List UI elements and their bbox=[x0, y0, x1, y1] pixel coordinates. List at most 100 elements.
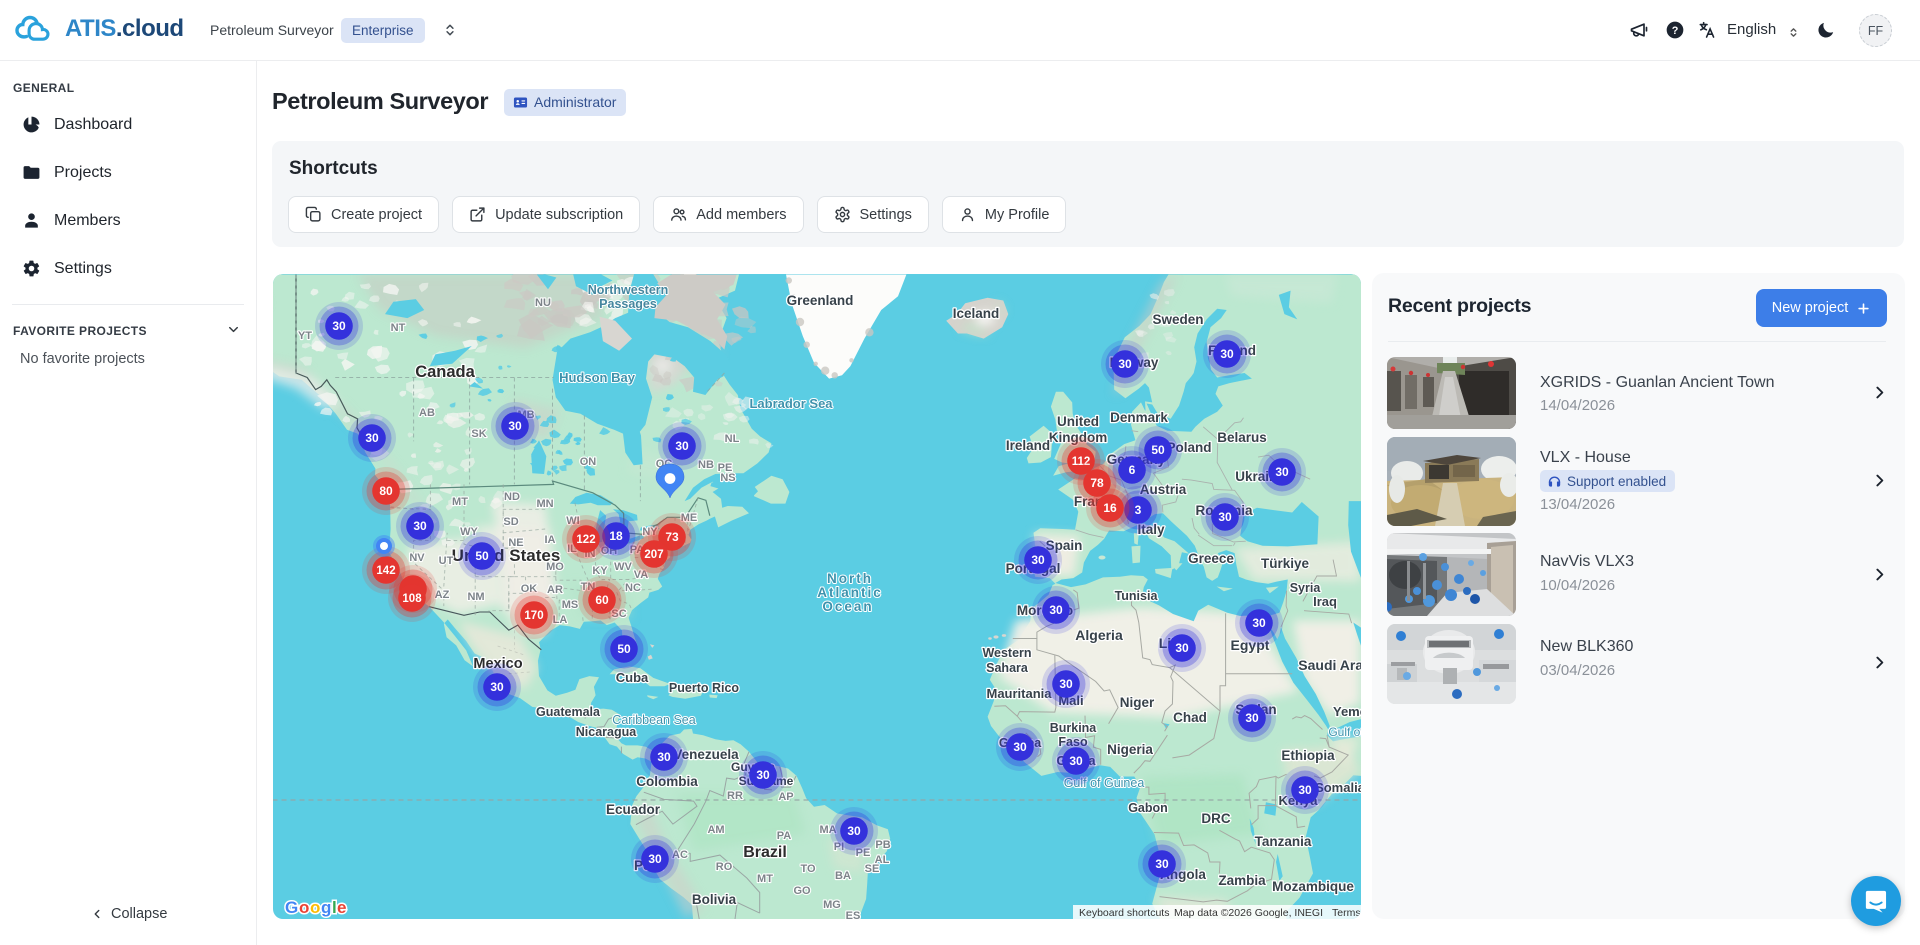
svg-text:WV: WV bbox=[614, 561, 632, 573]
svg-text:MO: MO bbox=[546, 561, 564, 573]
svg-text:Yeme: Yeme bbox=[1333, 704, 1361, 719]
svg-text:30: 30 bbox=[1013, 740, 1027, 754]
svg-text:Ocean: Ocean bbox=[822, 599, 873, 614]
svg-text:NM: NM bbox=[467, 591, 484, 603]
svg-text:18: 18 bbox=[609, 529, 623, 543]
svg-text:Mozambique: Mozambique bbox=[1272, 879, 1354, 894]
svg-text:Niger: Niger bbox=[1120, 695, 1155, 710]
svg-text:Brazil: Brazil bbox=[743, 844, 787, 861]
svg-text:Denmark: Denmark bbox=[1110, 410, 1168, 425]
svg-text:o: o bbox=[299, 898, 309, 917]
svg-text:30: 30 bbox=[1049, 603, 1063, 617]
svg-text:NS: NS bbox=[720, 472, 735, 484]
svg-text:Caribbean Sea: Caribbean Sea bbox=[612, 713, 695, 727]
svg-text:YT: YT bbox=[298, 330, 312, 342]
svg-text:AP: AP bbox=[778, 791, 793, 803]
svg-text:30: 30 bbox=[508, 419, 522, 433]
svg-text:RR: RR bbox=[727, 790, 743, 802]
svg-text:30: 30 bbox=[1059, 677, 1073, 691]
svg-text:Greece: Greece bbox=[1188, 551, 1234, 566]
svg-text:NV: NV bbox=[409, 552, 425, 564]
svg-text:30: 30 bbox=[1220, 347, 1234, 361]
svg-text:UT: UT bbox=[439, 555, 454, 567]
svg-text:ES: ES bbox=[846, 910, 861, 919]
svg-text:60: 60 bbox=[595, 593, 609, 607]
svg-text:Saudi Arab: Saudi Arab bbox=[1298, 657, 1361, 673]
svg-text:Nicaragua: Nicaragua bbox=[576, 725, 637, 739]
svg-text:Algeria: Algeria bbox=[1075, 627, 1123, 643]
svg-text:Northwestern: Northwestern bbox=[588, 283, 669, 297]
svg-text:g: g bbox=[321, 898, 331, 917]
svg-text:Labrador Sea: Labrador Sea bbox=[749, 396, 833, 411]
svg-text:Türkiye: Türkiye bbox=[1261, 556, 1310, 571]
svg-text:Greenland: Greenland bbox=[787, 293, 854, 308]
svg-text:Bolivia: Bolivia bbox=[692, 892, 737, 907]
svg-text:30: 30 bbox=[413, 519, 427, 533]
svg-text:AM: AM bbox=[707, 824, 724, 836]
svg-text:BA: BA bbox=[835, 870, 851, 882]
svg-text:6: 6 bbox=[1129, 463, 1136, 477]
svg-text:o: o bbox=[310, 898, 320, 917]
svg-text:Western: Western bbox=[982, 646, 1031, 660]
svg-text:MN: MN bbox=[536, 498, 553, 510]
svg-text:ND: ND bbox=[504, 491, 520, 503]
svg-text:Ireland: Ireland bbox=[1006, 438, 1050, 453]
svg-text:30: 30 bbox=[1069, 754, 1083, 768]
svg-text:3: 3 bbox=[1135, 503, 1142, 517]
svg-text:30: 30 bbox=[365, 431, 379, 445]
svg-text:NC: NC bbox=[625, 582, 641, 594]
svg-text:MT: MT bbox=[452, 496, 468, 508]
svg-text:30: 30 bbox=[1031, 553, 1045, 567]
svg-text:50: 50 bbox=[1151, 443, 1165, 457]
svg-text:122: 122 bbox=[576, 534, 595, 546]
svg-text:MG: MG bbox=[823, 899, 841, 911]
svg-text:Belarus: Belarus bbox=[1217, 430, 1267, 445]
svg-text:Sweden: Sweden bbox=[1152, 312, 1203, 327]
svg-text:Ethiopia: Ethiopia bbox=[1281, 748, 1335, 763]
svg-text:Nigeria: Nigeria bbox=[1107, 742, 1153, 757]
svg-text:Atlantic: Atlantic bbox=[817, 585, 883, 600]
svg-text:Chad: Chad bbox=[1173, 710, 1207, 725]
svg-text:Sahara: Sahara bbox=[986, 661, 1029, 675]
svg-text:30: 30 bbox=[648, 852, 662, 866]
svg-text:SK: SK bbox=[471, 428, 486, 440]
svg-text:United: United bbox=[1057, 414, 1099, 429]
svg-text:GO: GO bbox=[793, 885, 811, 897]
svg-text:142: 142 bbox=[376, 565, 395, 577]
svg-text:30: 30 bbox=[490, 680, 504, 694]
svg-text:?: ? bbox=[1672, 25, 1679, 37]
svg-text:MT: MT bbox=[757, 873, 773, 885]
svg-text:16: 16 bbox=[1103, 501, 1117, 515]
svg-text:207: 207 bbox=[644, 549, 663, 561]
svg-text:80: 80 bbox=[379, 484, 393, 498]
svg-text:ON: ON bbox=[580, 456, 597, 468]
svg-text:SD: SD bbox=[503, 516, 518, 528]
svg-text:Zambia: Zambia bbox=[1218, 873, 1266, 888]
svg-text:NU: NU bbox=[535, 297, 551, 309]
svg-text:PB: PB bbox=[875, 839, 890, 851]
svg-text:KY: KY bbox=[592, 565, 608, 577]
svg-text:Gulf of: Gulf of bbox=[1328, 725, 1361, 739]
svg-text:Hudson Bay: Hudson Bay bbox=[559, 370, 636, 385]
svg-text:Tanzania: Tanzania bbox=[1255, 834, 1312, 849]
svg-text:30: 30 bbox=[847, 824, 861, 838]
svg-text:30: 30 bbox=[1118, 357, 1132, 371]
svg-text:North: North bbox=[827, 571, 873, 586]
svg-text:Tunisia: Tunisia bbox=[1115, 589, 1159, 603]
svg-text:30: 30 bbox=[1275, 465, 1289, 479]
svg-text:MS: MS bbox=[562, 599, 579, 611]
svg-text:G: G bbox=[285, 898, 298, 917]
svg-text:30: 30 bbox=[657, 750, 671, 764]
svg-text:30: 30 bbox=[675, 439, 689, 453]
svg-text:RO: RO bbox=[716, 861, 733, 873]
svg-text:Terms: Terms bbox=[1332, 907, 1361, 919]
svg-text:AB: AB bbox=[419, 407, 435, 419]
svg-text:170: 170 bbox=[524, 610, 543, 622]
svg-text:Guatemala: Guatemala bbox=[536, 705, 601, 719]
svg-text:PA: PA bbox=[777, 830, 792, 842]
svg-text:30: 30 bbox=[1252, 616, 1266, 630]
svg-text:DRC: DRC bbox=[1201, 811, 1230, 826]
svg-text:SE: SE bbox=[865, 863, 880, 875]
svg-text:Burkina: Burkina bbox=[1050, 721, 1098, 735]
svg-text:IA: IA bbox=[545, 534, 556, 546]
